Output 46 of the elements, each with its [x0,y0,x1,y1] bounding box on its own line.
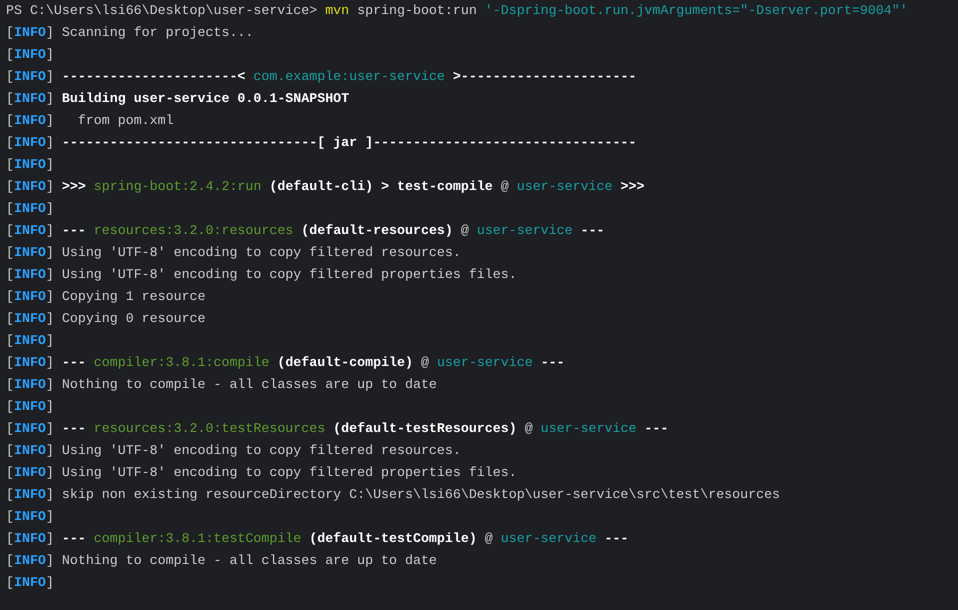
log-level: [INFO] [6,135,54,150]
log-level: [INFO] [6,553,54,568]
log-message: from pom.xml [76,113,174,128]
log-level: [INFO] [6,531,54,546]
log-message: Nothing to compile - all classes are up to date [62,553,437,568]
log-level: [INFO] [6,69,54,84]
log-level: [INFO] [6,443,54,458]
log-message: --- resources:3.2.0:resources (default-resources) @ user-service --- [62,223,605,238]
log-level: [INFO] [6,465,54,480]
log-level: [INFO] [6,179,54,194]
log-level: [INFO] [6,201,54,216]
command-prompt: PS C:\Users\lsi66\Desktop\user-service> mvn spring-boot:run '-Dspring-boot.run.jvmArguments="-Dserver.port=9004"' [6,3,908,18]
log-message: Using 'UTF-8' encoding to copy filtered properties files. [62,267,517,282]
log-level: [INFO] [6,113,54,128]
log-level: [INFO] [6,421,54,436]
log-message: Using 'UTF-8' encoding to copy filtered properties files. [62,465,517,480]
log-level: [INFO] [6,399,54,414]
log-level: [INFO] [6,245,54,260]
log-level: [INFO] [6,487,54,502]
log-level: [INFO] [6,355,54,370]
log-message: ----------------------< com.example:user-service >---------------------- [62,69,636,84]
log-message: Building user-service 0.0.1-SNAPSHOT [62,91,350,106]
log-level: [INFO] [6,333,54,348]
log-message: Using 'UTF-8' encoding to copy filtered resources. [62,443,461,458]
log-level: [INFO] [6,289,54,304]
log-message: >>> spring-boot:2.4.2:run (default-cli) > test-compile @ user-service >>> [62,179,644,194]
log-level: [INFO] [6,575,54,590]
log-level: [INFO] [6,311,54,326]
log-level: [INFO] [6,267,54,282]
log-message: Nothing to compile - all classes are up to date [62,377,437,392]
log-message: Copying 1 resource [62,289,206,304]
log-message: --- compiler:3.8.1:compile (default-compile) @ user-service --- [62,355,565,370]
log-level: [INFO] [6,91,54,106]
log-level: [INFO] [6,25,54,40]
log-message: Using 'UTF-8' encoding to copy filtered resources. [62,245,461,260]
log-message: skip non existing resourceDirectory C:\Users\lsi66\Desktop\user-service\src\test\resources [62,487,780,502]
log-level: [INFO] [6,157,54,172]
log-message: --------------------------------[ jar ]--------------------------------- [62,135,636,150]
log-level: [INFO] [6,223,54,238]
log-message: --- resources:3.2.0:testResources (default-testResources) @ user-service --- [62,421,668,436]
log-level: [INFO] [6,377,54,392]
log-level: [INFO] [6,509,54,524]
log-level: [INFO] [6,47,54,62]
log-message: --- compiler:3.8.1:testCompile (default-testCompile) @ user-service --- [62,531,628,546]
log-message: Scanning for projects... [62,25,254,40]
log-message: Copying 0 resource [62,311,206,326]
